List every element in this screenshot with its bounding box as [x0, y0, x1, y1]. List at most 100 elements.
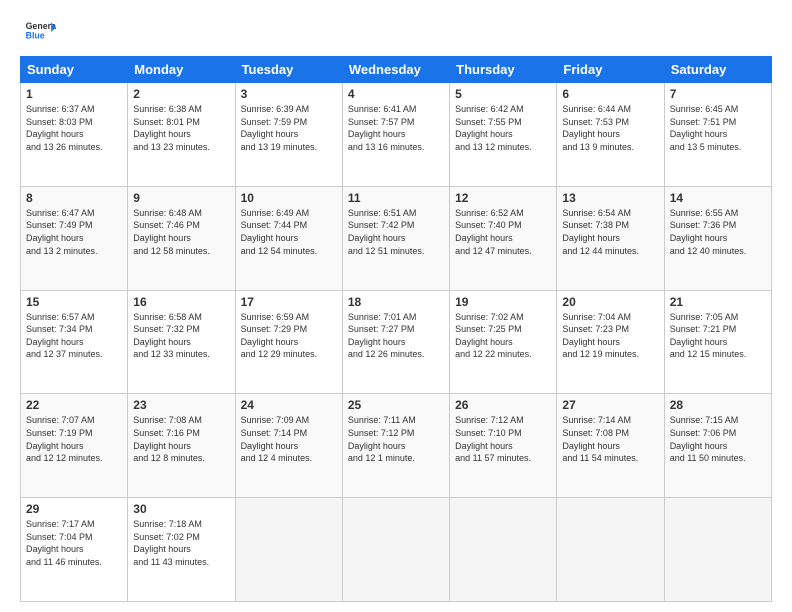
calendar-table: Sunday Monday Tuesday Wednesday Thursday…	[20, 56, 772, 602]
day-number: 22	[26, 398, 122, 412]
col-thursday: Thursday	[450, 57, 557, 83]
table-row: 14 Sunrise: 6:55 AMSunset: 7:36 PMDayligh…	[664, 186, 771, 290]
day-number: 25	[348, 398, 444, 412]
table-row	[664, 498, 771, 602]
day-number: 14	[670, 191, 766, 205]
table-row: 11 Sunrise: 6:51 AMSunset: 7:42 PMDayligh…	[342, 186, 449, 290]
col-sunday: Sunday	[21, 57, 128, 83]
table-row: 17 Sunrise: 6:59 AMSunset: 7:29 PMDayligh…	[235, 290, 342, 394]
day-number: 16	[133, 295, 229, 309]
col-saturday: Saturday	[664, 57, 771, 83]
table-row: 21Sunrise: 7:05 AMSunset: 7:21 PMDayligh…	[664, 290, 771, 394]
day-info: Sunrise: 6:59 AMSunset: 7:29 PMDaylight …	[241, 311, 337, 361]
day-info: Sunrise: 7:17 AMSunset: 7:04 PMDaylight …	[26, 518, 122, 568]
day-info: Sunrise: 6:48 AMSunset: 7:46 PMDaylight …	[133, 207, 229, 257]
table-row: 7Sunrise: 6:45 AMSunset: 7:51 PMDaylight…	[664, 83, 771, 187]
day-number: 6	[562, 87, 658, 101]
day-number: 28	[670, 398, 766, 412]
day-number: 26	[455, 398, 551, 412]
day-number: 2	[133, 87, 229, 101]
col-monday: Monday	[128, 57, 235, 83]
table-row: 5Sunrise: 6:42 AMSunset: 7:55 PMDaylight…	[450, 83, 557, 187]
day-number: 4	[348, 87, 444, 101]
table-row: 18 Sunrise: 7:01 AMSunset: 7:27 PMDayligh…	[342, 290, 449, 394]
day-number: 12	[455, 191, 551, 205]
table-row	[557, 498, 664, 602]
day-info: Sunrise: 6:49 AMSunset: 7:44 PMDaylight …	[241, 207, 337, 257]
day-info: Sunrise: 6:41 AMSunset: 7:57 PMDaylight …	[348, 103, 444, 153]
day-info: Sunrise: 6:54 AMSunset: 7:38 PMDaylight …	[562, 207, 658, 257]
calendar-header-row: Sunday Monday Tuesday Wednesday Thursday…	[21, 57, 772, 83]
calendar-week-row: 1 Sunrise: 6:37 AMSunset: 8:03 PMDaylight…	[21, 83, 772, 187]
day-info: Sunrise: 6:37 AMSunset: 8:03 PMDaylight …	[26, 103, 122, 153]
day-number: 18	[348, 295, 444, 309]
table-row: 28 Sunrise: 7:15 AMSunset: 7:06 PMDayligh…	[664, 394, 771, 498]
day-info: Sunrise: 7:05 AMSunset: 7:21 PMDaylight …	[670, 311, 766, 361]
table-row	[235, 498, 342, 602]
table-row: 8Sunrise: 6:47 AMSunset: 7:49 PMDaylight…	[21, 186, 128, 290]
col-friday: Friday	[557, 57, 664, 83]
table-row: 24Sunrise: 7:09 AMSunset: 7:14 PMDayligh…	[235, 394, 342, 498]
logo-icon: General Blue	[24, 16, 56, 48]
day-number: 9	[133, 191, 229, 205]
day-number: 10	[241, 191, 337, 205]
table-row: 10 Sunrise: 6:49 AMSunset: 7:44 PMDayligh…	[235, 186, 342, 290]
day-info: Sunrise: 7:15 AMSunset: 7:06 PMDaylight …	[670, 414, 766, 464]
table-row: 3Sunrise: 6:39 AMSunset: 7:59 PMDaylight…	[235, 83, 342, 187]
table-row: 12 Sunrise: 6:52 AMSunset: 7:40 PMDayligh…	[450, 186, 557, 290]
table-row: 30 Sunrise: 7:18 AMSunset: 7:02 PMDayligh…	[128, 498, 235, 602]
day-info: Sunrise: 6:52 AMSunset: 7:40 PMDaylight …	[455, 207, 551, 257]
day-info: Sunrise: 6:51 AMSunset: 7:42 PMDaylight …	[348, 207, 444, 257]
calendar-week-row: 15 Sunrise: 6:57 AMSunset: 7:34 PMDayligh…	[21, 290, 772, 394]
day-number: 30	[133, 502, 229, 516]
day-number: 5	[455, 87, 551, 101]
table-row: 20 Sunrise: 7:04 AMSunset: 7:23 PMDayligh…	[557, 290, 664, 394]
logo: General Blue	[20, 16, 56, 48]
table-row: 23 Sunrise: 7:08 AMSunset: 7:16 PMDayligh…	[128, 394, 235, 498]
day-info: Sunrise: 7:08 AMSunset: 7:16 PMDaylight …	[133, 414, 229, 464]
day-info: Sunrise: 7:14 AMSunset: 7:08 PMDaylight …	[562, 414, 658, 464]
col-wednesday: Wednesday	[342, 57, 449, 83]
day-number: 20	[562, 295, 658, 309]
day-info: Sunrise: 7:07 AMSunset: 7:19 PMDaylight …	[26, 414, 122, 464]
day-info: Sunrise: 7:01 AMSunset: 7:27 PMDaylight …	[348, 311, 444, 361]
page: General Blue Sunday Monday Tuesday Wedne…	[0, 0, 792, 612]
table-row	[450, 498, 557, 602]
day-number: 13	[562, 191, 658, 205]
table-row: 4 Sunrise: 6:41 AMSunset: 7:57 PMDaylight…	[342, 83, 449, 187]
day-info: Sunrise: 6:38 AMSunset: 8:01 PMDaylight …	[133, 103, 229, 153]
day-number: 8	[26, 191, 122, 205]
day-info: Sunrise: 6:55 AMSunset: 7:36 PMDaylight …	[670, 207, 766, 257]
day-number: 11	[348, 191, 444, 205]
table-row: 1 Sunrise: 6:37 AMSunset: 8:03 PMDaylight…	[21, 83, 128, 187]
day-info: Sunrise: 7:04 AMSunset: 7:23 PMDaylight …	[562, 311, 658, 361]
day-number: 23	[133, 398, 229, 412]
table-row: 16 Sunrise: 6:58 AMSunset: 7:32 PMDayligh…	[128, 290, 235, 394]
col-tuesday: Tuesday	[235, 57, 342, 83]
table-row: 26 Sunrise: 7:12 AMSunset: 7:10 PMDayligh…	[450, 394, 557, 498]
day-info: Sunrise: 6:39 AMSunset: 7:59 PMDaylight …	[241, 103, 337, 153]
day-number: 27	[562, 398, 658, 412]
day-number: 15	[26, 295, 122, 309]
day-number: 1	[26, 87, 122, 101]
calendar-week-row: 29Sunrise: 7:17 AMSunset: 7:04 PMDayligh…	[21, 498, 772, 602]
table-row: 25 Sunrise: 7:11 AMSunset: 7:12 PMDayligh…	[342, 394, 449, 498]
day-info: Sunrise: 7:12 AMSunset: 7:10 PMDaylight …	[455, 414, 551, 464]
svg-text:Blue: Blue	[26, 30, 45, 40]
table-row	[342, 498, 449, 602]
calendar-week-row: 8Sunrise: 6:47 AMSunset: 7:49 PMDaylight…	[21, 186, 772, 290]
table-row: 6 Sunrise: 6:44 AMSunset: 7:53 PMDaylight…	[557, 83, 664, 187]
day-info: Sunrise: 6:57 AMSunset: 7:34 PMDaylight …	[26, 311, 122, 361]
day-info: Sunrise: 6:45 AMSunset: 7:51 PMDaylight …	[670, 103, 766, 153]
day-number: 24	[241, 398, 337, 412]
day-info: Sunrise: 6:58 AMSunset: 7:32 PMDaylight …	[133, 311, 229, 361]
day-info: Sunrise: 7:18 AMSunset: 7:02 PMDaylight …	[133, 518, 229, 568]
day-info: Sunrise: 6:44 AMSunset: 7:53 PMDaylight …	[562, 103, 658, 153]
day-info: Sunrise: 7:11 AMSunset: 7:12 PMDaylight …	[348, 414, 444, 464]
table-row: 2 Sunrise: 6:38 AMSunset: 8:01 PMDaylight…	[128, 83, 235, 187]
table-row: 19Sunrise: 7:02 AMSunset: 7:25 PMDayligh…	[450, 290, 557, 394]
calendar-week-row: 22 Sunrise: 7:07 AMSunset: 7:19 PMDayligh…	[21, 394, 772, 498]
table-row: 27 Sunrise: 7:14 AMSunset: 7:08 PMDayligh…	[557, 394, 664, 498]
day-number: 17	[241, 295, 337, 309]
table-row: 15 Sunrise: 6:57 AMSunset: 7:34 PMDayligh…	[21, 290, 128, 394]
